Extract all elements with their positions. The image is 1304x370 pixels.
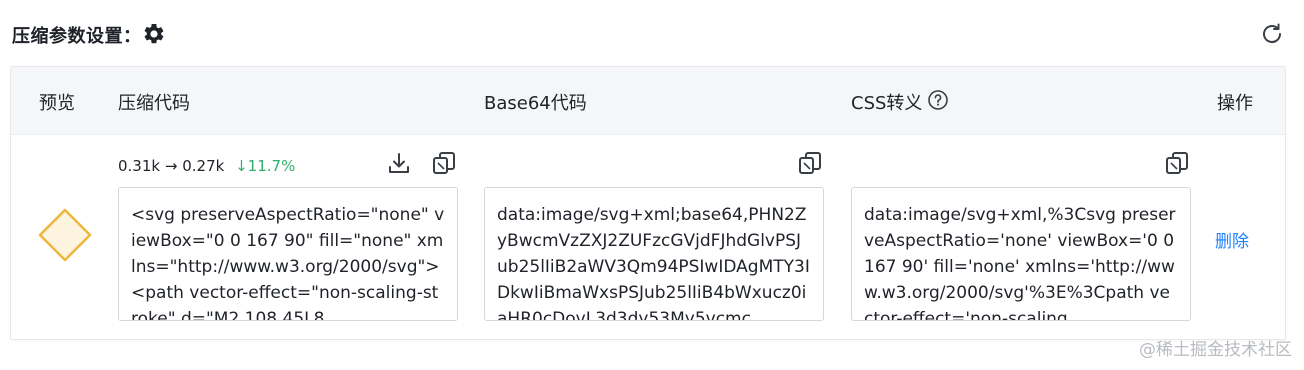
watermark: @稀土掘金技术社区 — [1139, 340, 1292, 360]
copy-icon[interactable] — [796, 149, 824, 177]
size-stats: 0.31k → 0.27k ↓11.7% — [118, 157, 295, 175]
css-code-box[interactable]: data:image/svg+xml,%3Csvg preserveAspect… — [851, 187, 1191, 321]
compressed-code-box[interactable]: <svg preserveAspectRatio="none" viewBox=… — [118, 187, 458, 321]
table-header: 预览 压缩代码 Base64代码 CSS转义 操作 — [11, 67, 1285, 135]
arrow: → — [164, 157, 178, 175]
size-after: 0.27k — [182, 157, 225, 175]
download-icon[interactable] — [385, 149, 413, 177]
column-header-css: CSS转义 — [851, 93, 923, 114]
gear-icon[interactable] — [142, 22, 166, 46]
column-header-base64: Base64代码 — [484, 93, 587, 114]
column-header-compress: 压缩代码 — [118, 93, 190, 114]
refresh-icon[interactable] — [1258, 20, 1286, 48]
preview-image — [38, 208, 92, 262]
reduction-percent: ↓11.7% — [235, 157, 296, 175]
question-circle-icon[interactable] — [927, 89, 949, 111]
base64-code-box[interactable]: data:image/svg+xml;base64,PHN2ZyBwcmVzZX… — [484, 187, 824, 321]
delete-button[interactable]: 删除 — [1215, 227, 1249, 252]
column-header-action: 操作 — [1217, 93, 1253, 114]
settings-title: 压缩参数设置： — [12, 26, 142, 47]
size-before: 0.31k — [118, 157, 161, 175]
copy-icon[interactable] — [1163, 149, 1191, 177]
compression-table: 预览 压缩代码 Base64代码 CSS转义 操作 0.31k → 0.27k … — [10, 66, 1286, 340]
copy-icon[interactable] — [430, 149, 458, 177]
column-header-preview: 预览 — [39, 93, 75, 114]
